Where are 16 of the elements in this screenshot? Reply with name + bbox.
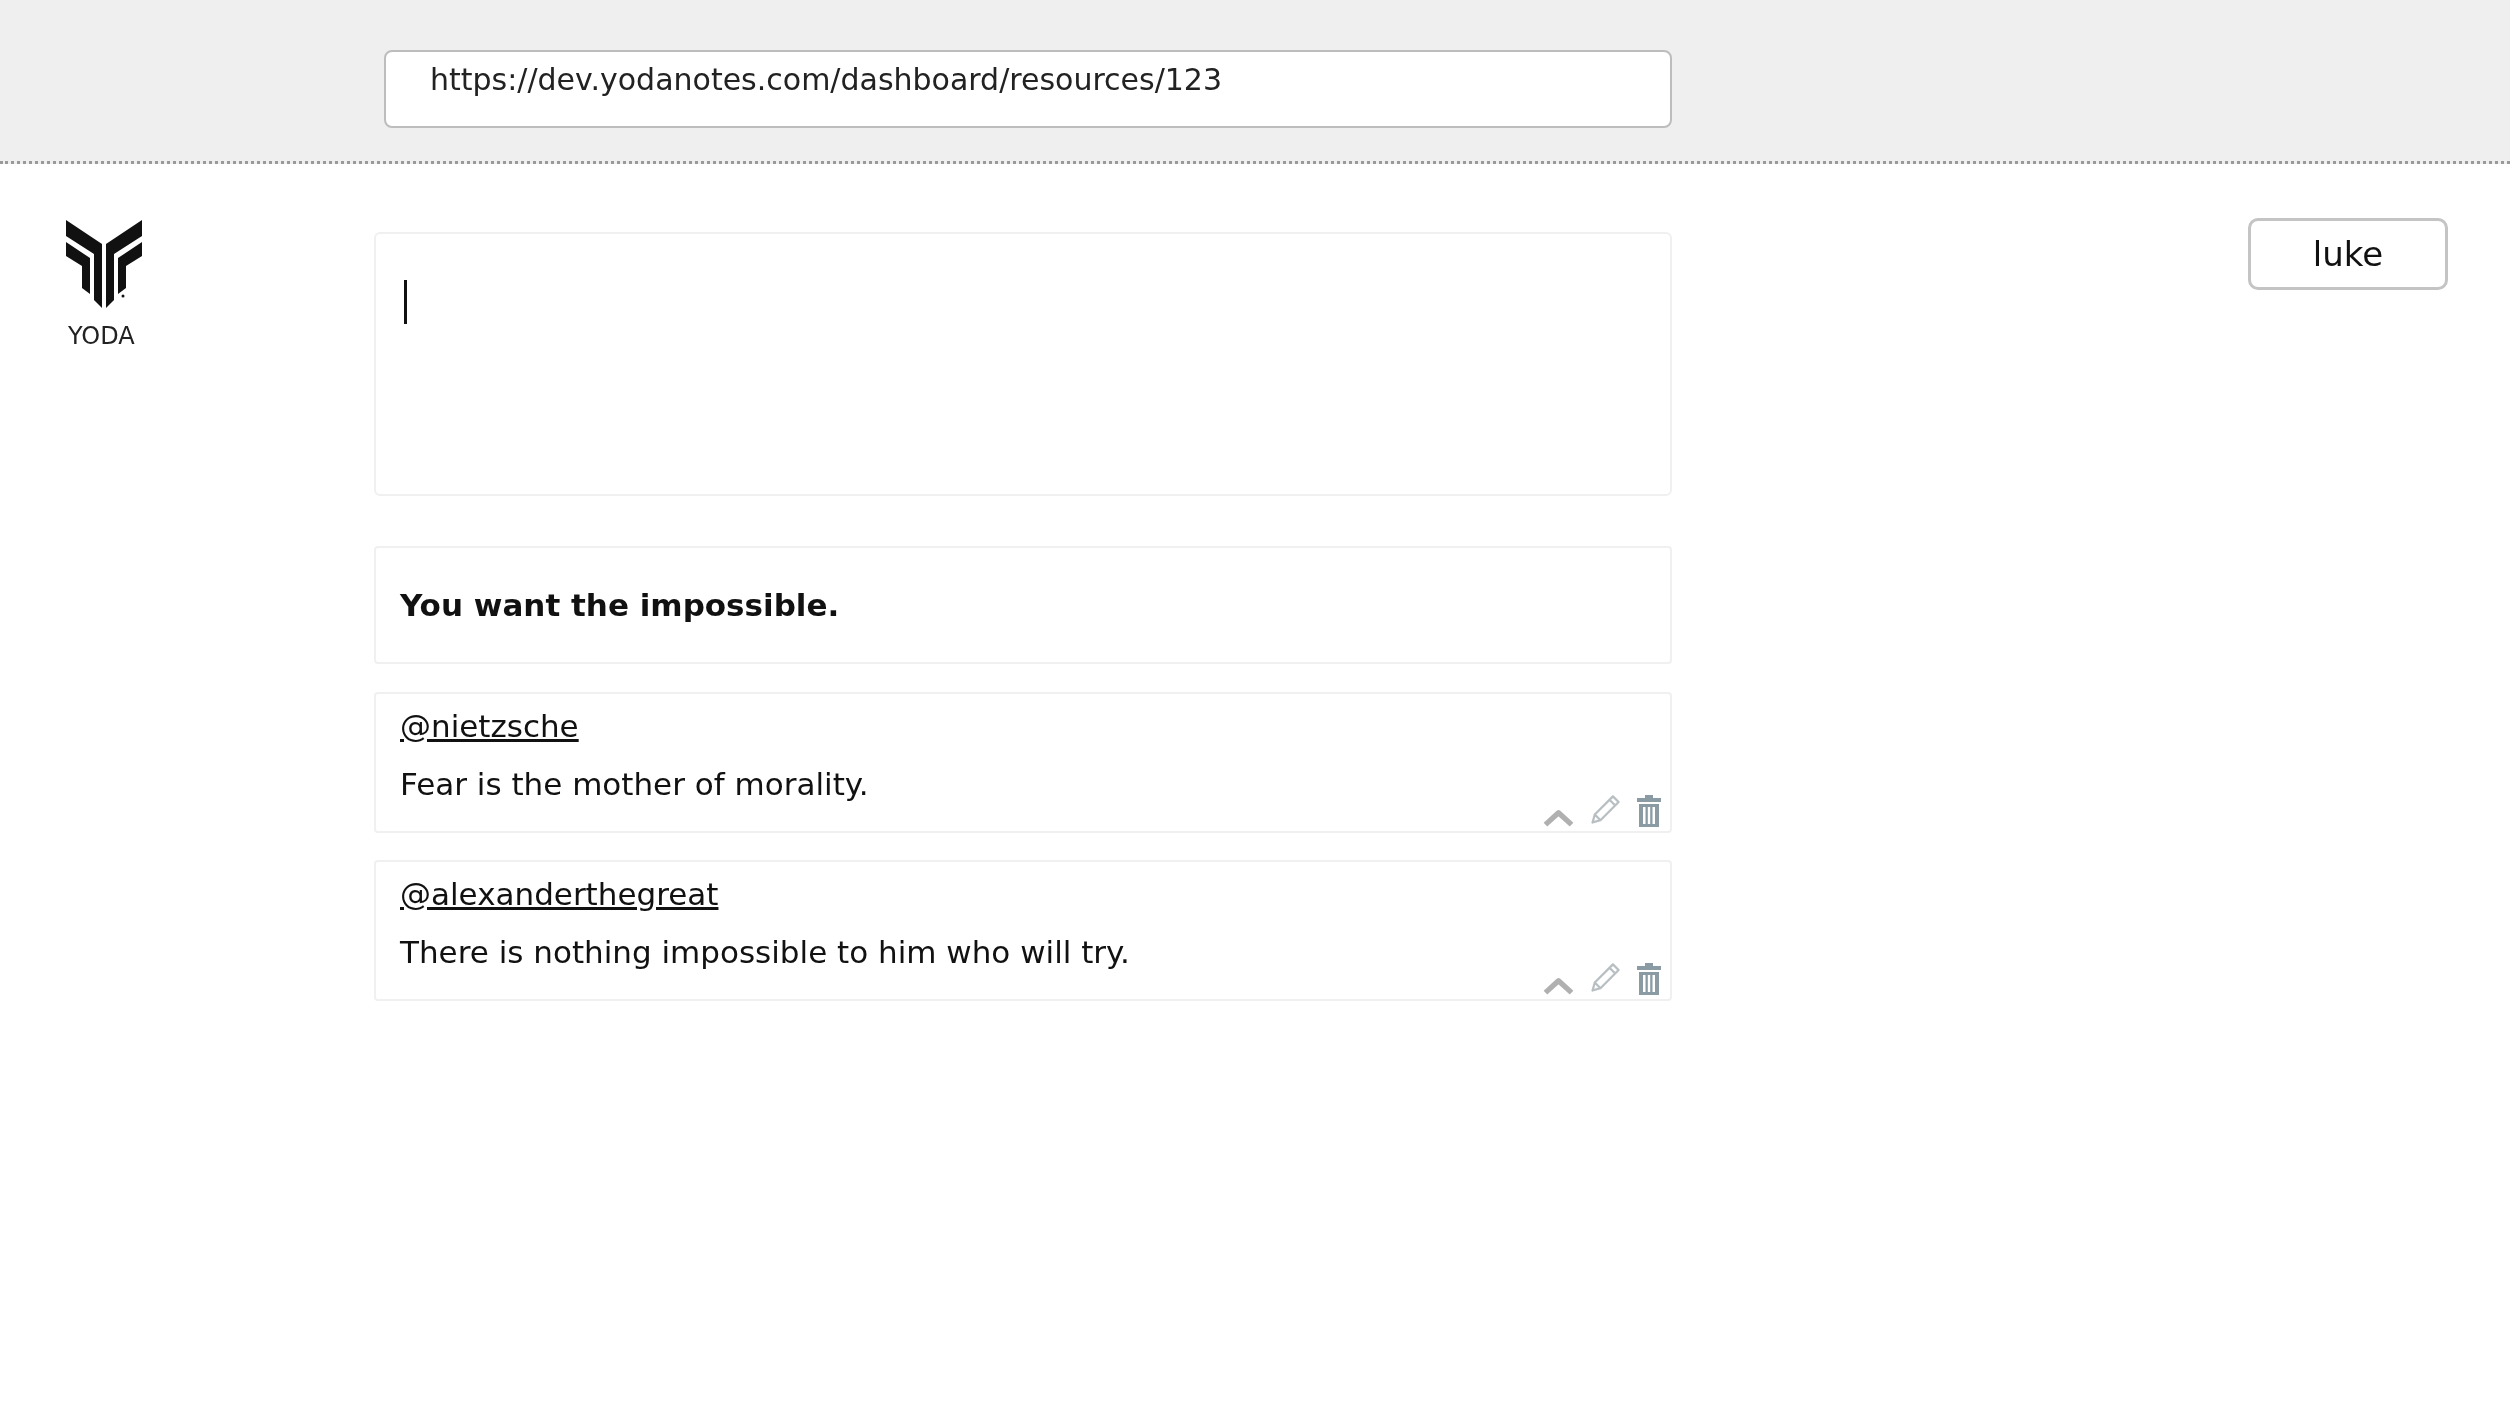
user-button[interactable]: luke xyxy=(2248,218,2448,290)
comment-text: Fear is the mother of morality. xyxy=(400,766,870,802)
author-link[interactable]: @alexanderthegreat xyxy=(400,876,719,912)
logo-text: YODA xyxy=(68,322,135,350)
url-text: https://dev.yodanotes.com/dashboard/resources/123 xyxy=(430,62,1223,97)
address-bar[interactable]: https://dev.yodanotes.com/dashboard/resources/123 xyxy=(384,50,1672,128)
edit-icon[interactable] xyxy=(1588,961,1622,995)
edit-icon[interactable] xyxy=(1588,793,1622,827)
trash-icon[interactable] xyxy=(1636,963,1662,995)
trash-icon[interactable] xyxy=(1636,795,1662,827)
logo-icon xyxy=(64,218,144,308)
comment-text: There is nothing impossible to him who will try. xyxy=(400,934,1131,970)
chevron-up-icon[interactable] xyxy=(1543,976,1574,995)
author-link[interactable]: @nietzsche xyxy=(400,708,579,744)
question-text: You want the impossible. xyxy=(400,587,840,623)
chevron-up-icon[interactable] xyxy=(1543,808,1574,827)
